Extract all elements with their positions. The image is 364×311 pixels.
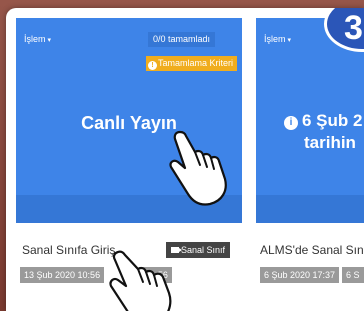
activity-type-label: Sanal Sınıf xyxy=(181,245,226,255)
action-menu-button[interactable]: İşlem ▾ xyxy=(20,32,55,48)
completion-status: 0/0 tamamladı xyxy=(148,32,216,47)
activity-name-link[interactable]: ALMS'de Sanal Sınıf xyxy=(260,243,364,257)
completion-criteria-button[interactable]: ! Tamamlama Kriteri xyxy=(146,56,238,71)
start-date-chip: 6 Şub 2020 17:37 xyxy=(260,267,340,283)
pointer-hand-icon xyxy=(109,250,172,311)
thumbnail-title-line-1: 6 Şub 2 xyxy=(302,111,363,130)
thumbnail-title: i 6 Şub 2 tarihin xyxy=(284,110,362,154)
chevron-down-icon: ▾ xyxy=(287,37,292,44)
start-date-chip: 13 Şub 2020 10:56 xyxy=(20,267,105,283)
pointer-hand-icon xyxy=(169,130,227,206)
thumbnail-title-line-2: tarihin xyxy=(304,133,356,152)
thumbnail-footer xyxy=(256,195,364,223)
step-number: 3 xyxy=(344,9,363,47)
completion-criteria-label: Tamamlama Kriteri xyxy=(158,58,234,68)
end-date-chip: 6 S xyxy=(342,267,364,283)
action-menu-label: İşlem xyxy=(264,34,286,44)
activity-name-link[interactable]: Sanal Sınıfa Giriş xyxy=(22,243,115,257)
course-content-panel: İşlem ▾ 0/0 tamamladı ! Tamamlama Kriteri … xyxy=(6,8,364,311)
action-menu-button[interactable]: İşlem ▾ xyxy=(260,32,295,48)
info-icon: ! xyxy=(148,61,157,70)
info-icon: i xyxy=(284,116,298,130)
activity-type-badge: Sanal Sınıf xyxy=(166,242,231,258)
chevron-down-icon: ▾ xyxy=(47,37,52,44)
action-menu-label: İşlem xyxy=(24,34,46,44)
